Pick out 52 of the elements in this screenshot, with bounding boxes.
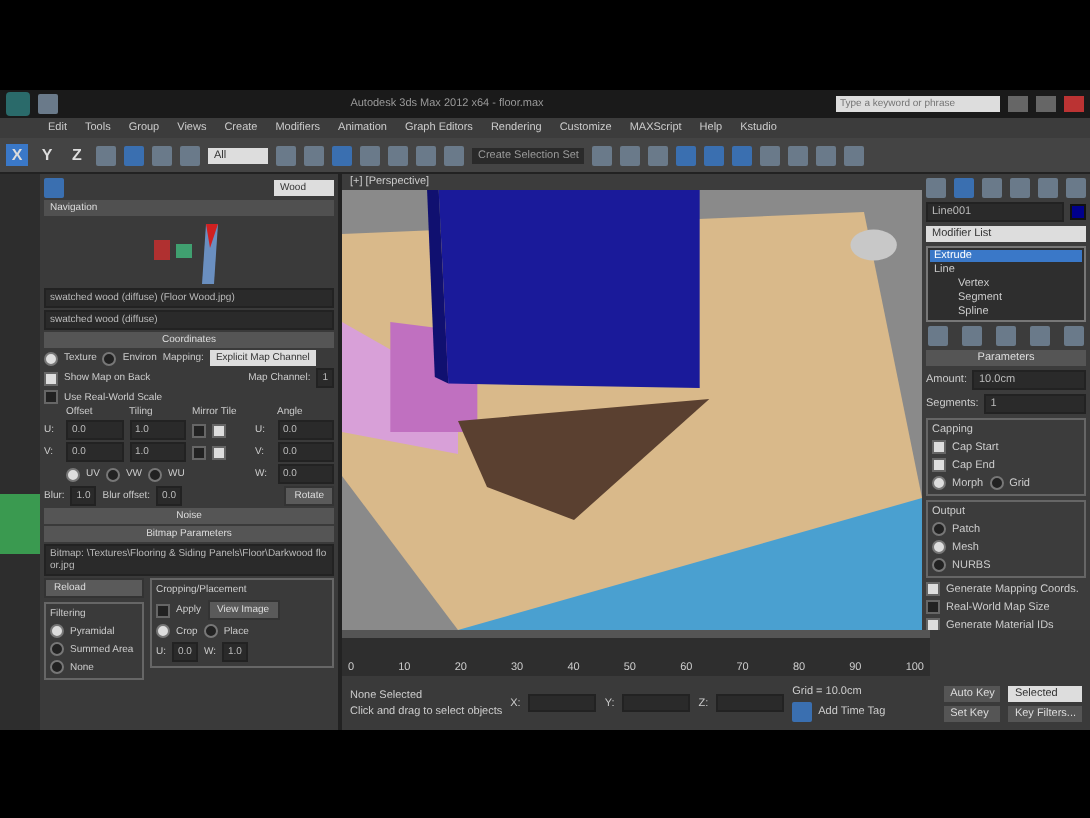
list-highlight xyxy=(0,494,40,554)
axis-constraint-button[interactable]: Y xyxy=(36,144,58,166)
radio-button[interactable] xyxy=(105,467,120,481)
quick-access-icon[interactable] xyxy=(38,94,58,114)
tool-icon[interactable] xyxy=(620,145,641,165)
checkbox[interactable] xyxy=(44,371,58,385)
time-tag-icon[interactable] xyxy=(792,701,813,721)
checkbox[interactable] xyxy=(932,458,946,472)
checkbox[interactable] xyxy=(926,582,940,596)
checkbox[interactable] xyxy=(212,423,226,437)
tool-icon[interactable] xyxy=(704,145,725,165)
radio-button[interactable] xyxy=(156,624,170,638)
radio-button[interactable] xyxy=(932,522,946,536)
radio-button[interactable] xyxy=(203,624,218,638)
radio-button[interactable] xyxy=(102,351,117,365)
stack-tool-icon[interactable] xyxy=(962,326,983,346)
radio-button[interactable] xyxy=(932,540,946,554)
radio-button[interactable] xyxy=(44,351,58,365)
checkbox[interactable] xyxy=(932,440,946,454)
stack-tool-icon[interactable] xyxy=(995,326,1016,346)
checkbox[interactable] xyxy=(212,445,226,459)
stack-tool-icon[interactable] xyxy=(1029,326,1050,346)
checkbox[interactable] xyxy=(192,423,206,437)
tool-icon[interactable] xyxy=(592,145,613,165)
radio-button[interactable] xyxy=(148,467,163,481)
radio-button[interactable] xyxy=(50,624,64,638)
coordinate-field[interactable] xyxy=(716,694,785,712)
radio-button[interactable] xyxy=(66,467,80,481)
coordinate-field[interactable] xyxy=(528,694,597,712)
radio-button[interactable] xyxy=(50,660,64,674)
tool-icon[interactable] xyxy=(648,145,669,165)
tool-icon[interactable] xyxy=(732,145,753,165)
stack-tool-icon[interactable] xyxy=(928,326,949,346)
axis-constraint-button[interactable]: Z xyxy=(66,144,88,166)
stack-tool-icon[interactable] xyxy=(1063,326,1084,346)
tool-icon[interactable] xyxy=(676,145,697,165)
tool-icon[interactable] xyxy=(760,145,781,165)
checkbox[interactable] xyxy=(44,390,58,404)
app-logo-icon[interactable] xyxy=(6,92,30,116)
checkbox[interactable] xyxy=(156,603,170,617)
radio-button[interactable] xyxy=(932,476,946,490)
tool-icon[interactable] xyxy=(788,145,809,165)
radio-button[interactable] xyxy=(932,558,946,572)
radio-button[interactable] xyxy=(989,476,1004,490)
checkbox[interactable] xyxy=(926,618,940,630)
tool-icon[interactable] xyxy=(816,145,837,165)
radio-button[interactable] xyxy=(50,642,64,656)
coordinate-field[interactable] xyxy=(622,694,691,712)
checkbox[interactable] xyxy=(926,600,940,614)
checkbox[interactable] xyxy=(192,445,206,459)
tool-icon[interactable] xyxy=(844,145,865,165)
object-color-swatch[interactable] xyxy=(1070,204,1086,220)
